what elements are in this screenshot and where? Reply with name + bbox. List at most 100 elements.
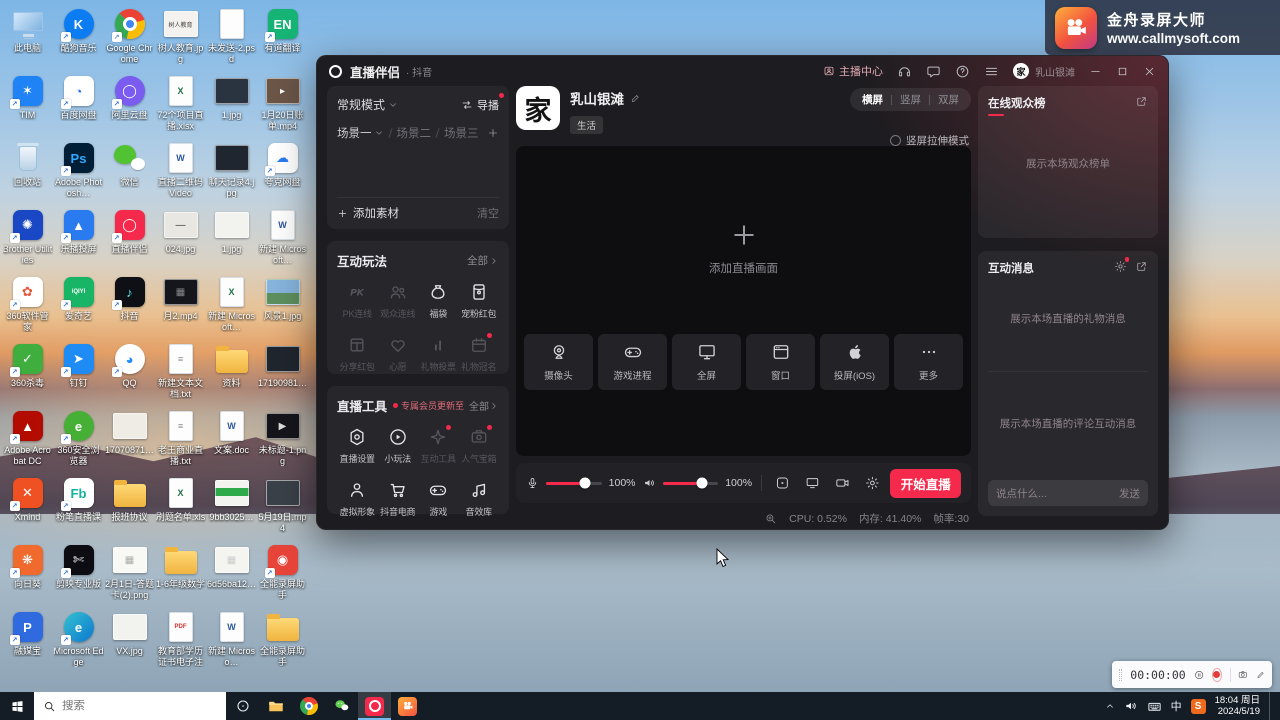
feature-item[interactable]: 观众连线: [378, 282, 419, 320]
add-source-button[interactable]: 添加直播画面: [516, 220, 971, 276]
desktop-icon[interactable]: ▦2月1日-答题卡(2).png: [104, 540, 155, 607]
source-button-apple[interactable]: 投屏(iOS): [820, 334, 889, 390]
minimize-button[interactable]: [1089, 65, 1102, 78]
source-button-window[interactable]: 窗口: [746, 334, 815, 390]
desktop-icon[interactable]: ▲↗Adobe Acrobat DC: [2, 406, 53, 473]
speaker-icon[interactable]: [643, 476, 656, 490]
tools-all-link[interactable]: 全部: [469, 398, 499, 413]
message-settings-icon[interactable]: [1114, 260, 1127, 273]
add-scene-button[interactable]: [487, 127, 499, 139]
desktop-icon[interactable]: ✶↗TIM: [2, 71, 53, 138]
send-button[interactable]: 发送: [1119, 486, 1140, 501]
desktop-icon[interactable]: 1.jpg: [206, 71, 257, 138]
feature-item[interactable]: 人气宝箱: [459, 427, 500, 465]
desktop-icon[interactable]: ✓↗360杀毒: [2, 339, 53, 406]
desktop-icon[interactable]: 17070871…: [104, 406, 155, 473]
desktop-icon[interactable]: X72个项目直播.xlsx: [155, 71, 206, 138]
desktop-icon[interactable]: ◔↗百度网盘: [53, 71, 104, 138]
drag-handle[interactable]: [1119, 669, 1122, 681]
headset-icon[interactable]: [897, 64, 912, 79]
feature-item[interactable]: 游戏: [418, 480, 459, 518]
desktop-icon[interactable]: W新建 Microsoft…: [257, 205, 308, 272]
desktop-icon[interactable]: 资料: [206, 339, 257, 406]
taskbar-app-wechat[interactable]: [325, 692, 358, 720]
maximize-button[interactable]: [1116, 65, 1129, 78]
ime-indicator[interactable]: 中: [1171, 698, 1182, 714]
screen-mode-option[interactable]: 双屏: [930, 92, 967, 107]
desktop-icon[interactable]: EN↗有道翻译: [257, 4, 308, 71]
desktop-icon[interactable]: 5月19日.mp4: [257, 473, 308, 540]
desktop-icon[interactable]: —024.jpg: [155, 205, 206, 272]
settings-icon[interactable]: [865, 475, 880, 491]
clear-button[interactable]: 清空: [477, 205, 499, 221]
taskbar-app-recorder[interactable]: [391, 692, 424, 720]
feature-item[interactable]: 礼物投票: [418, 335, 459, 373]
source-button-webcam[interactable]: 摄像头: [524, 334, 593, 390]
feature-item[interactable]: 虚拟形象: [337, 480, 378, 518]
scene-tab[interactable]: 场景一: [337, 125, 384, 141]
desktop-icon[interactable]: ♪↗抖音: [104, 272, 155, 339]
desktop-icon[interactable]: 回收站: [2, 138, 53, 205]
feature-item[interactable]: 小玩法: [378, 427, 419, 465]
record-stop-button[interactable]: [1212, 668, 1222, 682]
taskbar-clock[interactable]: 18:04 周日 2024/5/19: [1215, 695, 1260, 718]
desktop-icon[interactable]: W直播二维码Video: [155, 138, 206, 205]
show-desktop-button[interactable]: [1269, 692, 1274, 720]
sogou-ime-icon[interactable]: S: [1191, 699, 1206, 714]
desktop-icon[interactable]: 1.jpg: [206, 205, 257, 272]
feature-item[interactable]: 抖音电商: [378, 480, 419, 518]
desktop-icon[interactable]: 9bb3025…: [206, 473, 257, 540]
desktop-icon[interactable]: ✕↗Xmind: [2, 473, 53, 540]
touch-keyboard-icon[interactable]: [1147, 699, 1162, 714]
desktop-icon[interactable]: 树人教育树人教育.jpg: [155, 4, 206, 71]
desktop-icon[interactable]: ☁↗夸克网盘: [257, 138, 308, 205]
search-input[interactable]: [62, 700, 192, 712]
desktop-icon[interactable]: ✄↗剪映专业版: [53, 540, 104, 607]
screen-flip-icon[interactable]: [805, 475, 820, 491]
popout-icon[interactable]: [1135, 260, 1148, 273]
desktop-icon[interactable]: ▸1月20日账单.mp4: [257, 71, 308, 138]
help-icon[interactable]: [955, 64, 970, 79]
edit-title-icon[interactable]: [630, 93, 641, 104]
desktop-icon[interactable]: K↗酷狗音乐: [53, 4, 104, 71]
desktop-icon[interactable]: W文案.doc: [206, 406, 257, 473]
volume-icon[interactable]: [1124, 699, 1138, 713]
mode-select[interactable]: 常规模式: [337, 96, 385, 113]
feature-item[interactable]: 心愿: [378, 335, 419, 373]
audience-tab[interactable]: 在线观众榜: [988, 95, 1046, 116]
microphone-icon[interactable]: [526, 476, 539, 490]
menu-icon[interactable]: [984, 64, 999, 79]
desktop-icon[interactable]: P↗融媒宝: [2, 607, 53, 674]
taskbar-app-live-companion[interactable]: [358, 692, 391, 720]
user-avatar[interactable]: 家: [1013, 63, 1029, 79]
desktop-icon[interactable]: Fb↗粉笔直播课: [53, 473, 104, 540]
feature-item[interactable]: 分享红包: [337, 335, 378, 373]
start-button[interactable]: [0, 692, 34, 720]
popout-icon[interactable]: [1135, 95, 1148, 108]
zoom-icon[interactable]: [764, 512, 777, 525]
screenshot-button[interactable]: [1238, 667, 1248, 682]
desktop-icon[interactable]: 1-6年级数学: [155, 540, 206, 607]
taskbar-app-explorer[interactable]: [259, 692, 292, 720]
desktop-icon[interactable]: e↗Microsoft Edge: [53, 607, 104, 674]
feature-item[interactable]: 音效库: [459, 480, 500, 518]
start-live-button[interactable]: 开始直播: [890, 469, 961, 498]
desktop-icon[interactable]: ✿↗360软件管家: [2, 272, 53, 339]
desktop-icon[interactable]: W新建 Microso…: [206, 607, 257, 674]
desktop-icon[interactable]: ✺↗Brother Utilities: [2, 205, 53, 272]
desktop-icon[interactable]: ▶未标题-1.png: [257, 406, 308, 473]
anchor-center-button[interactable]: 主播中心: [823, 63, 883, 79]
tray-expand-icon[interactable]: [1105, 701, 1115, 711]
feature-item[interactable]: 宠粉红包: [459, 282, 500, 320]
desktop-icon[interactable]: 未发送-2.psd: [206, 4, 257, 71]
feature-item[interactable]: PKPK连线: [337, 282, 378, 320]
feature-item[interactable]: 礼物冠名: [459, 335, 500, 373]
camera-icon[interactable]: [835, 475, 850, 491]
source-button-gamepad[interactable]: 游戏进程: [598, 334, 667, 390]
scene-tab[interactable]: 场景三: [444, 125, 479, 141]
source-button-monitor[interactable]: 全屏: [672, 334, 741, 390]
feature-item[interactable]: 福袋: [418, 282, 459, 320]
desktop-icon[interactable]: ↗Google Chrome: [104, 4, 155, 71]
screen-mode-option[interactable]: 横屏: [854, 92, 891, 107]
desktop-icon[interactable]: X新建 Microsoft…: [206, 272, 257, 339]
